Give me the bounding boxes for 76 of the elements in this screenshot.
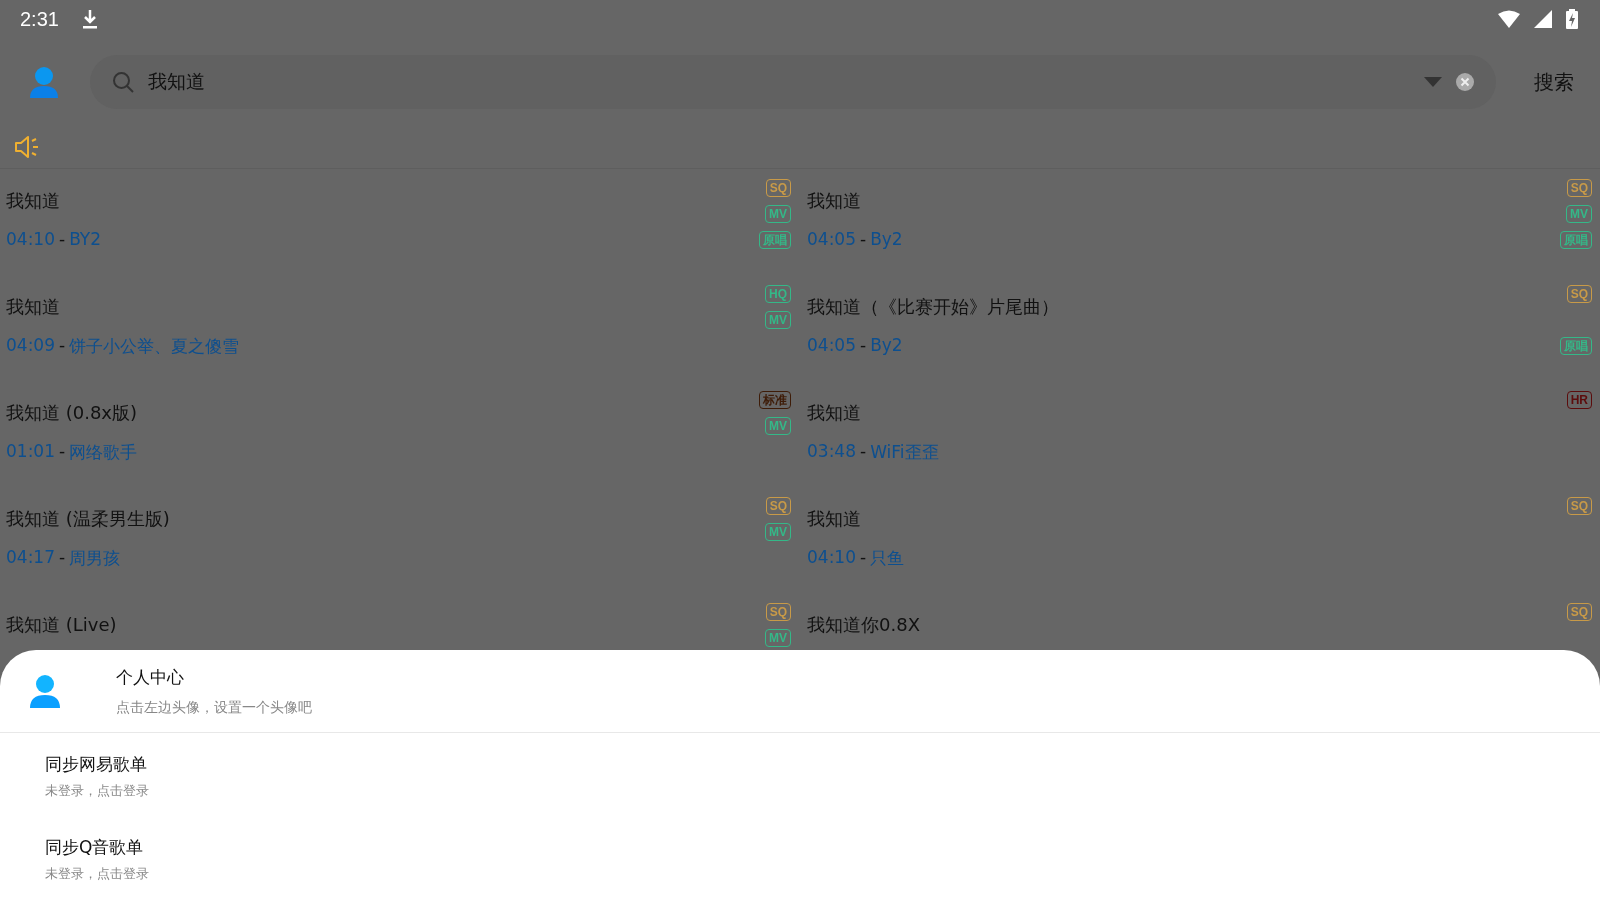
profile-hint: 点击左边头像，设置一个头像吧 (116, 698, 312, 717)
separator: - (860, 335, 867, 355)
song-duration: 04:05 (807, 335, 856, 355)
sync-status: 未登录，点击登录 (45, 865, 150, 883)
sync-item[interactable]: 同步Q音歌单 未登录，点击登录 (0, 816, 1600, 899)
song-duration: 04:05 (807, 229, 856, 249)
profile-item[interactable]: 个人中心 点击左边头像，设置一个头像吧 (0, 650, 1600, 733)
quality-badge: SQ (765, 179, 791, 197)
song-duration: 04:10 (807, 547, 856, 569)
mv-badge: MV (765, 311, 791, 329)
status-time: 2:31 (20, 7, 59, 31)
separator: - (59, 441, 66, 463)
song-duration: 04:17 (6, 547, 55, 569)
quality-badge: SQ (1566, 497, 1592, 515)
mv-badge: MV (765, 205, 791, 223)
song-duration: 04:10 (6, 229, 55, 249)
mv-badge: MV (765, 417, 791, 435)
avatar-icon[interactable] (28, 66, 60, 98)
quality-badge: 标准 (759, 391, 791, 409)
sync-title: 同步Q音歌单 (45, 836, 145, 859)
speaker-icon (14, 135, 40, 159)
quality-badge: SQ (765, 603, 791, 621)
quality-badge: HQ (765, 285, 791, 303)
song-row[interactable]: 我知道 04:10 - BY2 SQ MV 原唱 (6, 169, 799, 275)
song-row[interactable]: 我知道 04:09 - 饼子小公举、夏之傻雪 HQ MV (6, 275, 799, 381)
quality-badge: SQ (1566, 285, 1592, 303)
song-duration: 04:09 (6, 335, 55, 357)
avatar-icon[interactable] (28, 674, 62, 708)
search-button[interactable]: 搜索 (1526, 62, 1582, 102)
separator: - (860, 229, 867, 249)
song-title: 我知道 (807, 401, 862, 425)
original-badge: 原唱 (1560, 231, 1592, 249)
song-title: 我知道 (807, 507, 862, 531)
song-row[interactable]: 我知道 04:10 - 只鱼 SQ (807, 487, 1600, 593)
quality-badge: SQ (1566, 603, 1592, 621)
song-row[interactable]: 我知道 (温柔男生版) 04:17 - 周男孩 SQ MV (6, 487, 799, 593)
song-title: 我知道 (6, 295, 61, 319)
mv-badge: MV (765, 523, 791, 541)
sync-item[interactable]: 同步网易歌单 未登录，点击登录 (0, 733, 1600, 816)
original-badge: 原唱 (1560, 337, 1592, 355)
wifi-icon (1498, 10, 1520, 28)
separator: - (860, 547, 867, 569)
song-title: 我知道 (Live) (6, 613, 118, 637)
search-field[interactable]: 我知道 (90, 55, 1496, 109)
download-icon (80, 9, 99, 29)
quality-badge: HR (1566, 391, 1592, 409)
mv-badge: MV (765, 629, 791, 647)
signal-icon (1534, 10, 1552, 28)
song-title: 我知道 (807, 189, 862, 213)
song-row[interactable]: 我知道（《比赛开始》片尾曲） 04:05 - By2 SQ 原唱 (807, 275, 1600, 381)
song-row[interactable]: 我知道 04:05 - By2 SQ MV 原唱 (807, 169, 1600, 275)
song-duration: 01:01 (6, 441, 55, 463)
song-title: 我知道 (0.8x版) (6, 401, 139, 425)
song-title: 我知道 (温柔男生版) (6, 507, 171, 531)
song-title: 我知道（《比赛开始》片尾曲） (807, 295, 1060, 319)
song-row[interactable]: 我知道 (0.8x版) 01:01 - 网络歌手 标准 MV (6, 381, 799, 487)
song-title: 我知道你0.8X (807, 613, 921, 637)
quality-badge: SQ (765, 497, 791, 515)
quality-badge: SQ (1566, 179, 1592, 197)
search-icon (112, 71, 134, 93)
search-query: 我知道 (148, 69, 206, 94)
mv-badge: MV (1566, 205, 1592, 223)
battery-charging-icon (1566, 9, 1578, 29)
profile-title: 个人中心 (116, 665, 185, 689)
sync-title: 同步网易歌单 (45, 753, 148, 776)
dropdown-caret-icon[interactable] (1424, 77, 1442, 87)
separator: - (59, 229, 66, 249)
original-badge: 原唱 (759, 231, 791, 249)
song-row[interactable]: 我知道 03:48 - WiFi歪歪 HR (807, 381, 1600, 487)
separator: - (59, 547, 66, 569)
sync-status: 未登录，点击登录 (45, 782, 150, 800)
separator: - (860, 441, 867, 463)
song-duration: 03:48 (807, 441, 856, 463)
clear-icon[interactable] (1456, 73, 1474, 91)
separator: - (59, 335, 66, 357)
song-title: 我知道 (6, 189, 61, 213)
